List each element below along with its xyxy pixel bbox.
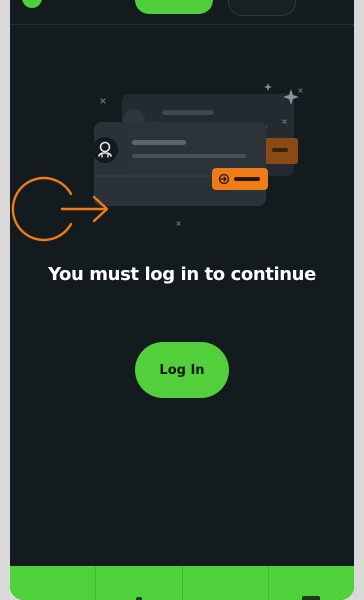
login-required-message: You must log in to continue bbox=[48, 264, 316, 285]
bottom-navigation bbox=[10, 566, 354, 600]
device-frame: You must log in to continue Log In bbox=[0, 0, 364, 600]
front-card bbox=[94, 122, 266, 206]
top-secondary-button[interactable] bbox=[228, 0, 296, 16]
nav-item-activity[interactable] bbox=[183, 566, 269, 600]
nav-item-home[interactable] bbox=[10, 566, 97, 600]
nav-item-explore[interactable] bbox=[96, 566, 183, 600]
orange-login-chip bbox=[212, 168, 268, 190]
top-status-dot bbox=[22, 0, 42, 8]
user-avatar-icon bbox=[92, 137, 118, 163]
nav-profile-icon bbox=[302, 596, 321, 600]
login-arrow-icon bbox=[11, 176, 109, 242]
login-illustration bbox=[11, 83, 303, 242]
top-primary-button[interactable] bbox=[135, 0, 213, 14]
app-screen: You must log in to continue Log In bbox=[10, 0, 354, 600]
login-button[interactable]: Log In bbox=[135, 342, 229, 398]
top-bar bbox=[10, 0, 354, 25]
nav-item-profile[interactable] bbox=[269, 566, 354, 600]
